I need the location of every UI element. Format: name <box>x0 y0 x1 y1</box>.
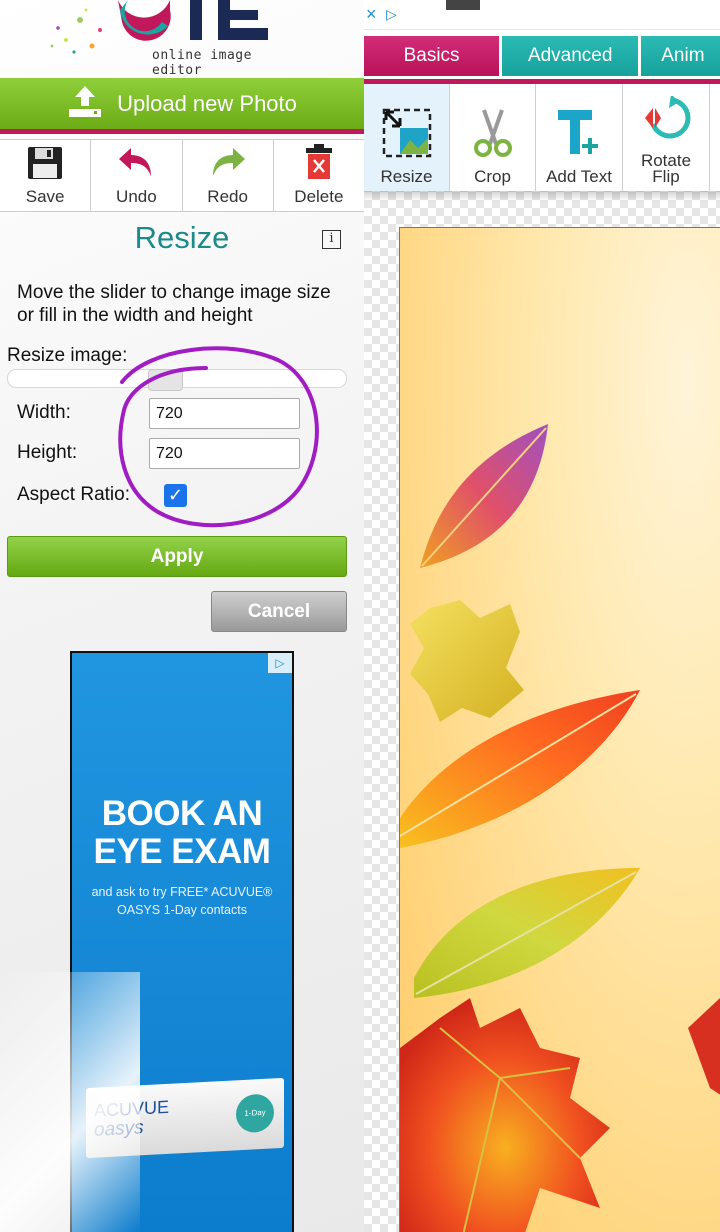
edit-toolbar: Save Undo Redo Delete <box>0 139 364 212</box>
width-input[interactable] <box>149 398 300 429</box>
basics-tools: Resize Crop Add Text Rotate Flip <box>364 84 720 191</box>
add-text-tool[interactable]: Add Text <box>536 84 623 191</box>
redo-button[interactable]: Redo <box>183 140 274 211</box>
ad-subline: and ask to try FREE* ACUVUE® OASYS 1-Day… <box>91 885 273 917</box>
trash-icon <box>304 144 334 187</box>
tab-bar: Basics Advanced Anim <box>364 30 720 84</box>
redo-arrow-icon <box>209 146 247 187</box>
panel-title: Resize <box>134 220 230 255</box>
rotate-flip-tool[interactable]: Rotate Flip <box>623 84 710 191</box>
resize-tool-label: Resize <box>380 167 433 186</box>
redo-label: Redo <box>207 187 248 206</box>
autumn-leaves-image <box>399 424 720 1232</box>
undo-label: Undo <box>116 187 157 206</box>
toolbar-shadow <box>364 191 720 201</box>
logo-tagline: online image editor <box>152 48 252 78</box>
ad-thumbnail <box>446 0 480 10</box>
width-label: Width: <box>17 402 71 423</box>
advertisement-banner[interactable]: ▷ BOOK AN EYE EXAM and ask to try FREE* … <box>70 651 294 1232</box>
height-input[interactable] <box>149 438 300 469</box>
delete-label: Delete <box>294 187 344 206</box>
editor-workspace: × ▷ Basics Advanced Anim Resize Crop Add… <box>364 0 720 1232</box>
editor-sidebar: online image editor Upload new Photo Sav… <box>0 0 364 1232</box>
rotate-icon <box>641 94 691 153</box>
tab-animation[interactable]: Anim <box>641 36 720 76</box>
apply-button[interactable]: Apply <box>7 536 347 577</box>
scissors-icon <box>470 108 516 169</box>
cancel-button[interactable]: Cancel <box>211 591 347 632</box>
tab-advanced[interactable]: Advanced <box>502 36 639 76</box>
floppy-disk-icon <box>27 146 63 187</box>
flip-tool-label: Flip <box>652 167 680 186</box>
ad-headline: BOOK AN EYE EXAM <box>93 794 271 871</box>
add-text-tool-label: Add Text <box>546 167 612 186</box>
product-box-image: ACUVUE oasys 1-Day <box>86 1077 284 1159</box>
photo-canvas[interactable] <box>399 227 720 1232</box>
ad-brand-name: ACUVUE <box>94 1096 170 1121</box>
save-label: Save <box>25 187 65 206</box>
save-button[interactable]: Save <box>0 140 92 211</box>
resize-icon <box>382 108 432 169</box>
tab-basics[interactable]: Basics <box>364 36 500 76</box>
undo-button[interactable]: Undo <box>91 140 183 211</box>
resize-slider-handle[interactable] <box>148 369 183 391</box>
delete-button[interactable]: Delete <box>274 140 364 211</box>
top-ad-strip: × ▷ <box>364 0 720 30</box>
ad-product-badge: 1-Day <box>236 1093 274 1134</box>
upload-label: Upload new Photo <box>117 90 297 116</box>
crop-tool[interactable]: Crop <box>450 84 536 191</box>
info-icon[interactable]: i <box>322 230 341 249</box>
crop-tool-label: Crop <box>474 167 511 186</box>
resize-instructions: Move the slider to change image size or … <box>17 282 331 326</box>
ad-choices-icon[interactable]: ▷ <box>268 653 292 673</box>
ad-brand-sub: oasys <box>94 1117 144 1141</box>
aspect-ratio-checkbox[interactable]: ✓ <box>164 484 187 507</box>
resize-tool[interactable]: Resize <box>364 84 450 191</box>
upload-icon <box>67 84 103 124</box>
app-logo: online image editor <box>40 0 300 78</box>
upload-photo-button[interactable]: Upload new Photo <box>0 78 364 134</box>
height-label: Height: <box>17 442 78 463</box>
ad-choices-icon[interactable]: ▷ <box>386 4 404 24</box>
undo-arrow-icon <box>117 146 155 187</box>
close-ad-icon[interactable]: × <box>366 4 386 24</box>
resize-image-label: Resize image: <box>7 345 128 366</box>
text-t-icon <box>554 108 604 169</box>
aspect-ratio-label: Aspect Ratio: <box>17 484 130 505</box>
